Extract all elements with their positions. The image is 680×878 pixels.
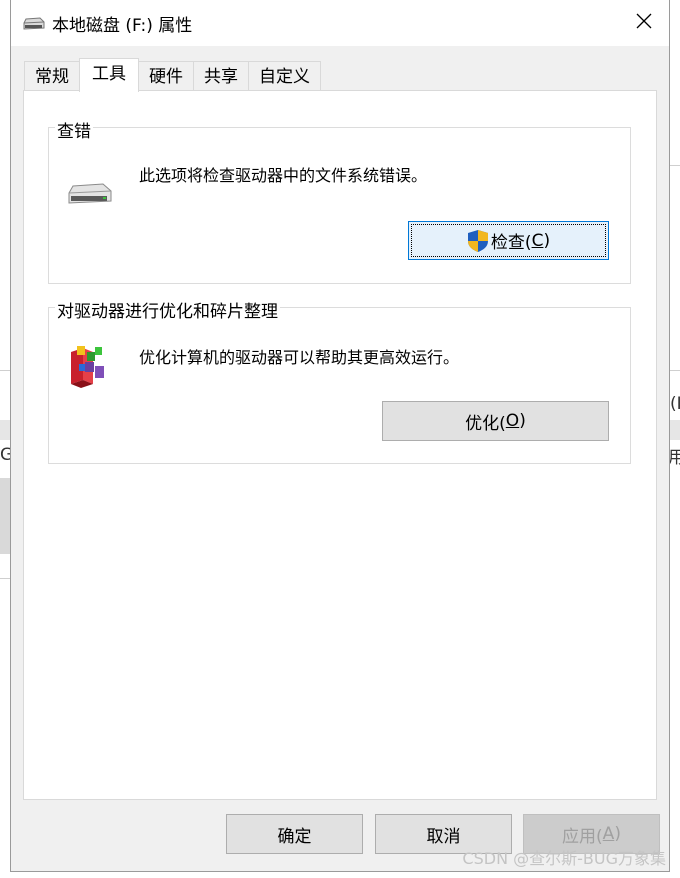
close-icon <box>636 13 652 33</box>
optimize-group: 对驱动器进行优化和碎片整理 优化计算机的驱动器可以帮助其更高效运行。 优化(O) <box>48 297 631 464</box>
bg-divider <box>0 370 10 371</box>
apply-button-label: 应用( <box>562 826 603 847</box>
bg-divider <box>670 370 680 371</box>
bg-divider <box>670 165 680 166</box>
ok-button[interactable]: 确定 <box>226 814 363 854</box>
drive-icon <box>23 16 45 35</box>
check-button-label: 检查( <box>490 233 532 253</box>
optimize-description: 优化计算机的驱动器可以帮助其更高效运行。 <box>139 348 460 367</box>
optimize-button[interactable]: 优化(O) <box>382 401 609 441</box>
apply-button-suffix: ) <box>614 824 621 844</box>
check-button[interactable]: 检查(C) <box>408 221 609 260</box>
bg-text-fragment: (I <box>670 394 680 414</box>
shield-icon <box>467 229 489 253</box>
close-button[interactable] <box>625 6 663 40</box>
optimize-button-label: 优化( <box>465 413 506 434</box>
optimize-title: 对驱动器进行优化和碎片整理 <box>55 297 280 322</box>
optimize-button-key: O <box>505 411 520 431</box>
tab-hardware[interactable]: 硬件 <box>138 61 194 92</box>
tools-panel: 查错 此选项将检查驱动器中的文件系统错误。 检查(C) 对驱动器进行优化和碎… <box>23 90 657 800</box>
cancel-button-label: 取消 <box>426 826 461 847</box>
apply-button-key: A <box>602 824 615 844</box>
ok-button-label: 确定 <box>277 826 312 847</box>
error-check-group: 查错 此选项将检查驱动器中的文件系统错误。 检查(C) <box>48 117 631 284</box>
check-button-suffix: ) <box>543 230 551 251</box>
bg-gray-strip <box>670 420 680 440</box>
optimize-button-suffix: ) <box>519 411 526 431</box>
error-check-description: 此选项将检查驱动器中的文件系统错误。 <box>139 166 428 185</box>
watermark: CSDN @查尔斯-BUG万象集 <box>462 849 666 868</box>
tab-tools[interactable]: 工具 <box>79 58 139 92</box>
properties-dialog: 本地磁盘 (F:) 属性 常规 工具 硬件 共享 自定义 查错 此选项将检查驱动… <box>10 0 670 872</box>
error-check-title: 查错 <box>55 117 93 142</box>
tab-strip: 常规 工具 硬件 共享 自定义 <box>24 58 321 92</box>
tab-customize[interactable]: 自定义 <box>248 61 321 92</box>
bg-gray-strip <box>0 420 10 440</box>
tab-general[interactable]: 常规 <box>24 61 80 92</box>
bg-divider <box>0 578 10 579</box>
tab-sharing[interactable]: 共享 <box>193 61 249 92</box>
title-bar: 本地磁盘 (F:) 属性 <box>11 0 669 46</box>
defrag-icon <box>67 344 109 392</box>
check-button-key: C <box>531 230 544 251</box>
bg-gray-strip <box>0 478 10 554</box>
drive-icon <box>67 182 113 212</box>
window-title: 本地磁盘 (F:) 属性 <box>52 16 193 36</box>
